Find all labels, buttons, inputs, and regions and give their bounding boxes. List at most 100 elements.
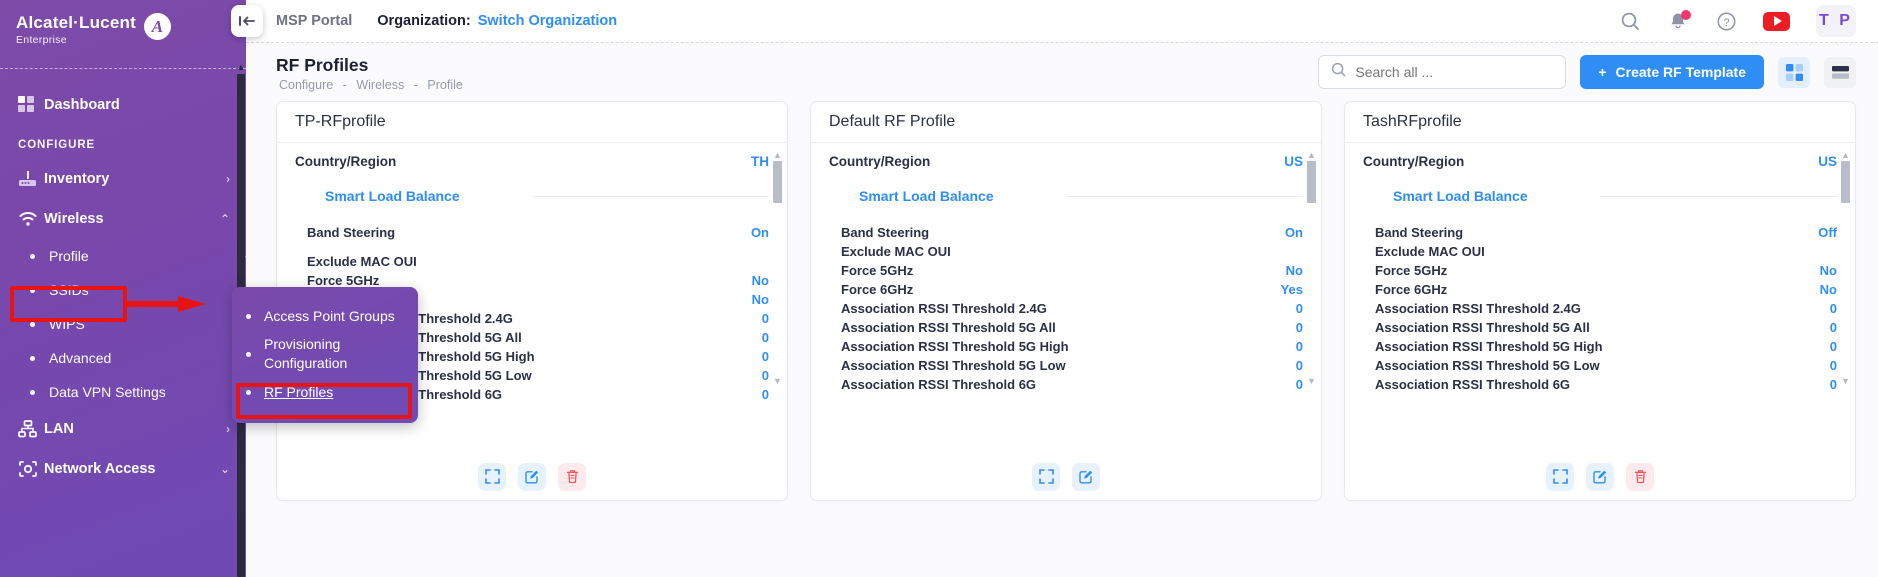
breadcrumb-configure[interactable]: Configure [279,78,333,92]
flyout-item-access-point-groups[interactable]: Access Point Groups [232,301,418,331]
card-title: Default RF Profile [811,102,1321,143]
sidebar: Alcatel·Lucent Enterprise A Dashboard CO… [0,0,246,577]
sidebar-item-lan[interactable]: LAN › [0,409,246,449]
smart-load-balance-link[interactable]: Smart Load Balance [829,179,1303,213]
create-rf-template-button[interactable]: + Create RF Template [1580,55,1764,89]
search-box[interactable] [1318,55,1566,89]
sidebar-item-wips[interactable]: WIPS › [0,307,246,341]
list-view-icon[interactable] [1824,57,1856,88]
smart-load-balance-link[interactable]: Smart Load Balance [1363,179,1837,213]
row-label: Association RSSI Threshold 5G Low [841,358,1066,373]
flyout-item-rf-profiles[interactable]: RF Profiles [232,377,418,407]
expand-icon[interactable] [1546,463,1574,491]
sidebar-item-advanced[interactable]: Advanced › [0,341,246,375]
youtube-icon[interactable] [1763,12,1790,31]
scroll-down-caret-icon[interactable]: ▼ [1306,377,1317,385]
delete-icon[interactable] [558,463,586,491]
collapse-sidebar-button[interactable] [231,5,263,37]
smart-load-balance-label: Smart Load Balance [1393,188,1528,204]
sidebar-item-network-access[interactable]: Network Access ⌄ [0,449,246,489]
scrollbar-thumb[interactable] [773,161,782,203]
dashboard-grid-icon [18,96,44,114]
section-divider [532,196,769,197]
sidebar-item-dashboard[interactable]: Dashboard [0,85,246,125]
card-scrollbar[interactable]: ▲ ▼ [1840,151,1851,383]
section-divider [1066,196,1303,197]
flyout-item-label: ProvisioningConfiguration [264,335,347,373]
table-row: Band SteeringOn [829,223,1303,242]
sidebar-item-inventory[interactable]: Inventory › [0,159,246,199]
expand-icon[interactable] [1032,463,1060,491]
edit-icon[interactable] [1072,463,1100,491]
expand-icon[interactable] [478,463,506,491]
card-actions [277,453,787,500]
app-root: Alcatel·Lucent Enterprise A Dashboard CO… [0,0,1878,577]
help-circle-icon[interactable]: ? [1715,10,1737,32]
table-row: Band SteeringOff [1363,223,1837,242]
sidebar-item-label: Wireless [44,211,220,227]
sidebar-item-profile[interactable]: Profile › [0,239,246,273]
breadcrumb-wireless[interactable]: Wireless [356,78,404,92]
notification-badge [1681,10,1691,20]
row-label: Association RSSI Threshold 5G Low [1375,358,1600,373]
breadcrumb-profile[interactable]: Profile [427,78,462,92]
flyout-item-provisioning-configuration[interactable]: ProvisioningConfiguration [232,331,418,377]
msp-portal-label[interactable]: MSP Portal [276,13,352,29]
sidebar-item-ssids[interactable]: SSIDs [0,273,246,307]
scroll-up-caret-icon[interactable]: ▲ [236,62,246,72]
row-value: 0 [762,311,769,326]
brand-name: Alcatel·Lucent [16,14,136,32]
avatar[interactable]: T P [1816,5,1856,37]
row-value: 0 [762,330,769,345]
delete-icon[interactable] [1626,463,1654,491]
grid-view-icon[interactable] [1778,57,1810,88]
card-scrollbar[interactable]: ▲ ▼ [1306,151,1317,383]
rf-profile-card[interactable]: TashRFprofile Country/Region US Smart Lo… [1344,101,1856,501]
bullet-icon [246,314,251,319]
country-region-row: Country/Region US [829,143,1303,179]
bullet-icon [246,352,251,357]
rf-profile-card[interactable]: Default RF Profile Country/Region US Sma… [810,101,1322,501]
search-icon[interactable] [1619,10,1641,32]
row-value: 0 [1830,358,1837,373]
chevron-up-icon: ⌃ [220,212,230,226]
scrollbar-thumb[interactable] [1307,161,1316,203]
row-value: 0 [1830,301,1837,316]
row-label: Association RSSI Threshold 5G All [1375,320,1590,335]
card-scrollbar[interactable]: ▲ ▼ [772,151,783,383]
row-value: Off [1818,225,1837,240]
row-value: 0 [762,349,769,364]
smart-load-balance-link[interactable]: Smart Load Balance [295,179,769,213]
scroll-up-caret-icon[interactable]: ▲ [1306,151,1317,159]
row-label: Band Steering [307,225,395,240]
row-label: Association RSSI Threshold 2.4G [1375,301,1581,316]
scroll-up-caret-icon[interactable]: ▲ [772,151,783,159]
row-value: No [752,292,769,307]
edit-icon[interactable] [518,463,546,491]
bell-icon[interactable] [1667,10,1689,32]
scrollbar-thumb[interactable] [1841,161,1850,203]
scroll-down-caret-icon[interactable]: ▼ [772,377,783,385]
table-row: Association RSSI Threshold 5G High0 [1363,337,1837,356]
row-label: Force 5GHz [1375,263,1447,278]
row-value: 0 [1296,339,1303,354]
brand[interactable]: Alcatel·Lucent Enterprise A [0,0,246,62]
row-label: Force 6GHz [841,282,913,297]
flyout-item-label: Access Point Groups [264,307,395,326]
breadcrumb: Configure - Wireless - Profile [276,78,466,92]
wifi-icon [18,210,44,228]
edit-icon[interactable] [1586,463,1614,491]
scroll-down-caret-icon[interactable]: ▼ [1840,377,1851,385]
country-region-row: Country/Region US [1363,143,1837,179]
scroll-up-caret-icon[interactable]: ▲ [1840,151,1851,159]
row-value: 0 [1296,301,1303,316]
page-title: RF Profiles [276,54,466,76]
switch-organization-link[interactable]: Switch Organization [478,13,617,29]
chevron-right-icon: › [226,422,230,436]
country-region-row: Country/Region TH [295,143,769,179]
sidebar-item-wireless[interactable]: Wireless ⌃ [0,199,246,239]
sidebar-item-data-vpn-settings[interactable]: Data VPN Settings [0,375,246,409]
sidebar-item-label: Dashboard [44,97,230,113]
search-input[interactable] [1355,64,1553,80]
table-row: Exclude MAC OUI [1363,242,1837,261]
